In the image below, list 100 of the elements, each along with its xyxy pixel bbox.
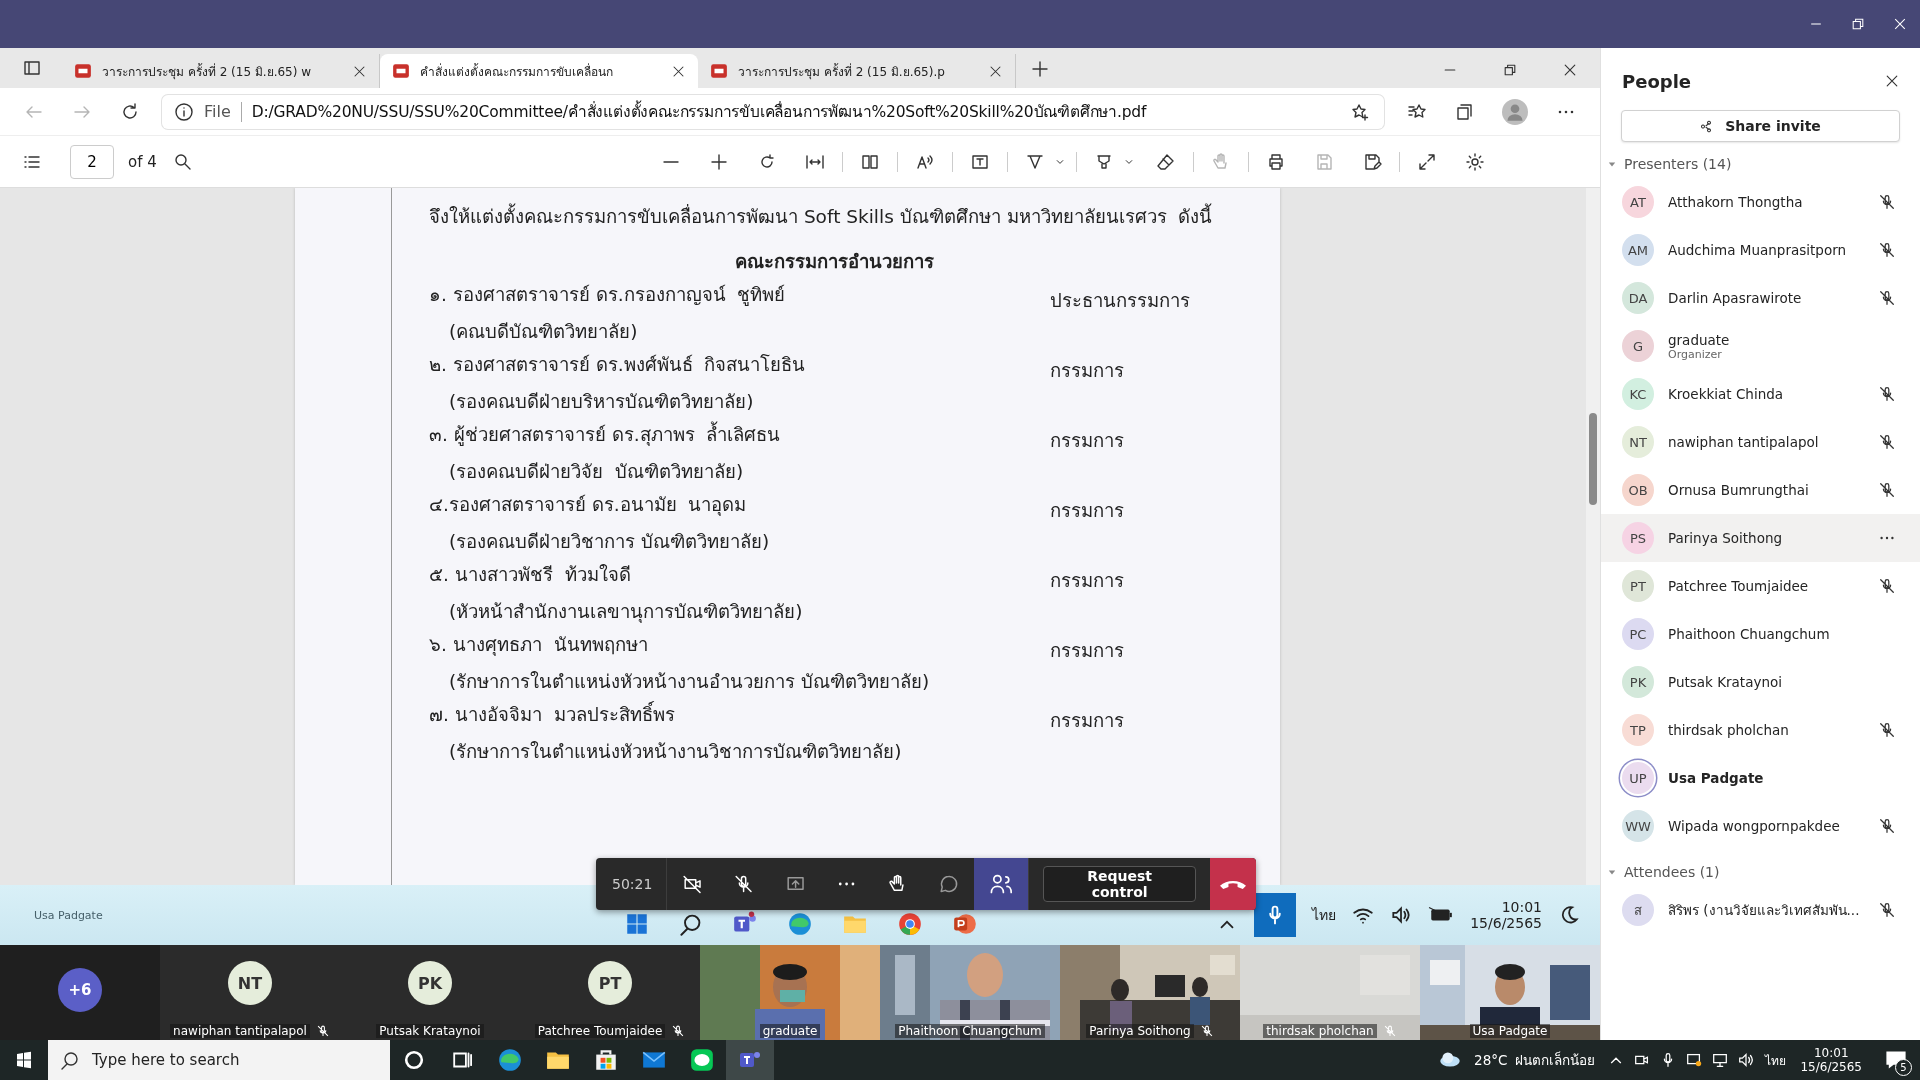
participant-row[interactable]: ส สิริพร (งานวิจัยและวิเทศสัมพัน... xyxy=(1601,886,1920,934)
collections-icon[interactable] xyxy=(1454,101,1474,122)
participant-name: Kroekkiat Chinda xyxy=(1668,386,1785,402)
avatar: PK xyxy=(408,961,452,1005)
close-icon[interactable] xyxy=(1562,62,1578,78)
scrollbar[interactable] xyxy=(1586,188,1600,885)
avatar: NT xyxy=(1622,426,1654,458)
close-icon[interactable] xyxy=(1892,16,1908,32)
plus-icon[interactable] xyxy=(708,151,729,172)
line-app-icon[interactable] xyxy=(689,1047,715,1073)
avatar: AT xyxy=(1622,186,1654,218)
notifications-button[interactable]: 5 xyxy=(1876,1040,1916,1080)
edge-icon[interactable] xyxy=(787,911,813,937)
avatar: PK xyxy=(1622,666,1654,698)
participant-name: Ornusa Bumrungthai xyxy=(1668,482,1810,498)
participant-row[interactable]: TP thirdsak pholchan xyxy=(1601,706,1920,754)
tab-title: คำสั่งแต่งตั้งคณะกรรมการขับเคลื่อนก xyxy=(420,62,613,81)
browser-tab[interactable]: วาระการประชุม ครั้งที่ 2 (15 มิ.ย.65) w xyxy=(62,54,380,88)
avatar: DA xyxy=(1622,282,1654,314)
participant-row[interactable]: UP Usa Padgate xyxy=(1601,754,1920,802)
participant-row[interactable]: PT Patchree Toumjaidee xyxy=(1601,562,1920,610)
avatar: KC xyxy=(1622,378,1654,410)
restore-icon[interactable] xyxy=(1502,62,1518,78)
video-tile[interactable]: NT nawiphan tantipalapol xyxy=(160,945,340,1040)
clock[interactable]: 10:01 15/6/2565 xyxy=(1800,1046,1862,1074)
clock[interactable]: 10:01 15/6/2565 xyxy=(1470,899,1542,931)
member-role: กรรมการ xyxy=(1050,359,1125,383)
participant-row[interactable]: AM Audchima Muanprasitporn xyxy=(1601,226,1920,274)
participant-name: Patchree Toumjaidee xyxy=(1668,578,1810,594)
avatar: NT xyxy=(228,961,272,1005)
request-control-button[interactable]: Request control xyxy=(1043,866,1197,902)
avatar: AM xyxy=(1622,234,1654,266)
video-tile[interactable]: PK Putsak Krataynoi xyxy=(340,945,520,1040)
participant-name: nawiphan tantipalapol xyxy=(1668,434,1820,450)
tab-title: วาระการประชุม ครั้งที่ 2 (15 มิ.ย.65).p xyxy=(738,62,945,81)
participant-row[interactable]: OB Ornusa Bumrungthai xyxy=(1601,466,1920,514)
url-scheme: File xyxy=(204,102,231,121)
temperature[interactable]: 28°C xyxy=(1474,1052,1508,1068)
search-icon[interactable] xyxy=(172,151,193,172)
add-favorite-icon[interactable] xyxy=(1350,101,1370,122)
call-timer: 50:21 xyxy=(612,876,653,892)
language-indicator[interactable]: ไทย xyxy=(1312,904,1337,926)
weather-text[interactable]: ฝนตกเล็กน้อย xyxy=(1515,1049,1596,1071)
participant-row[interactable]: DA Darlin Apasrawirote xyxy=(1601,274,1920,322)
participant-name: Wipada wongpornpakdee xyxy=(1668,818,1841,834)
share-invite-button[interactable]: Share invite xyxy=(1621,110,1900,142)
participant-name: Atthakorn Thongtha xyxy=(1668,194,1804,210)
browser-tab[interactable]: คำสั่งแต่งตั้งคณะกรรมการขับเคลื่อนก xyxy=(380,54,698,88)
video-tile[interactable]: Phaithoon Chuangchum xyxy=(880,945,1060,1040)
participant-name: thirdsak pholchan xyxy=(1668,722,1790,738)
search-icon[interactable] xyxy=(679,912,703,936)
participant-row[interactable]: AT Atthakorn Thongtha xyxy=(1601,178,1920,226)
participant-name: Parinya Soithong xyxy=(1668,530,1784,546)
participant-row[interactable]: WW Wipada wongpornpakdee xyxy=(1601,802,1920,850)
store-icon[interactable] xyxy=(593,1047,619,1073)
hang-up-button[interactable] xyxy=(1210,858,1256,910)
avatar: PC xyxy=(1622,618,1654,650)
participant-row[interactable]: PS Parinya Soithong xyxy=(1601,514,1920,562)
restore-icon[interactable] xyxy=(1850,16,1866,32)
member-position: (รักษาการในตำแหน่งหัวหน้างานอำนวยการ บัณฑิตวิทยาลัย) xyxy=(448,670,930,694)
participant-row[interactable]: PC Phaithoon Chuangchum xyxy=(1601,610,1920,658)
participant-row[interactable]: PK Putsak Krataynoi xyxy=(1601,658,1920,706)
close-icon[interactable] xyxy=(1884,73,1900,89)
edge-icon[interactable] xyxy=(497,1047,523,1073)
search-field[interactable]: Type here to search xyxy=(48,1040,390,1080)
page-number-field[interactable]: 2 xyxy=(70,144,114,179)
avatar: PS xyxy=(1622,522,1654,554)
participant-name: Usa Padgate xyxy=(1668,770,1765,786)
powerpoint-icon[interactable] xyxy=(952,911,978,937)
participant-row[interactable]: G graduate Organizer xyxy=(1601,322,1920,370)
member-role: กรรมการ xyxy=(1050,429,1125,453)
language-indicator[interactable]: ไทย xyxy=(1765,1050,1787,1070)
group-header[interactable]: Attendees (1) xyxy=(1601,850,1920,886)
overflow-count[interactable]: +6 xyxy=(58,967,102,1012)
start-icon[interactable] xyxy=(14,1050,34,1070)
tab-actions-icon[interactable] xyxy=(22,58,42,78)
microphone-button[interactable] xyxy=(1254,893,1297,937)
participant-row[interactable]: KC Kroekkiat Chinda xyxy=(1601,370,1920,418)
profile-icon[interactable] xyxy=(1502,98,1528,125)
network-icon[interactable] xyxy=(1711,1051,1730,1069)
chrome-icon[interactable] xyxy=(897,911,923,937)
start-icon[interactable] xyxy=(624,911,650,937)
display-icon[interactable] xyxy=(1685,1051,1704,1069)
video-tile[interactable]: Parinya Soithong xyxy=(1060,945,1240,1040)
group-header[interactable]: Presenters (14) xyxy=(1601,142,1920,178)
new-tab-icon[interactable] xyxy=(1030,59,1050,79)
video-tile[interactable]: graduate xyxy=(700,945,880,1040)
fullscreen-icon[interactable] xyxy=(1416,151,1437,172)
address-bar[interactable]: File D:/GRAD%20NU/SSU/SSU%20Committee/คำสั่งแต่งตั้งคณะกรรมการขับเคลื่อนการพัฒนา%20Soft%20Skill%20บัณฑิตศึกษา.pdf xyxy=(162,94,1384,129)
participant-row[interactable]: NT nawiphan tantipalapol xyxy=(1601,418,1920,466)
browser-tab[interactable]: วาระการประชุม ครั้งที่ 2 (15 มิ.ย.65).p xyxy=(698,54,1016,88)
video-tile[interactable]: Usa Padgate xyxy=(1420,945,1600,1040)
refresh-icon[interactable] xyxy=(120,101,140,122)
volume-icon[interactable] xyxy=(1737,1051,1756,1069)
video-tile[interactable]: thirdsak pholchan xyxy=(1240,945,1420,1040)
people-button[interactable] xyxy=(974,858,1029,910)
video-tile[interactable]: PT Patchree Toumjaidee xyxy=(520,945,700,1040)
participant-name: graduate xyxy=(759,1024,821,1038)
teams-taskbar-button[interactable] xyxy=(726,1040,774,1080)
tab-title: วาระการประชุม ครั้งที่ 2 (15 มิ.ย.65) w xyxy=(102,62,312,81)
